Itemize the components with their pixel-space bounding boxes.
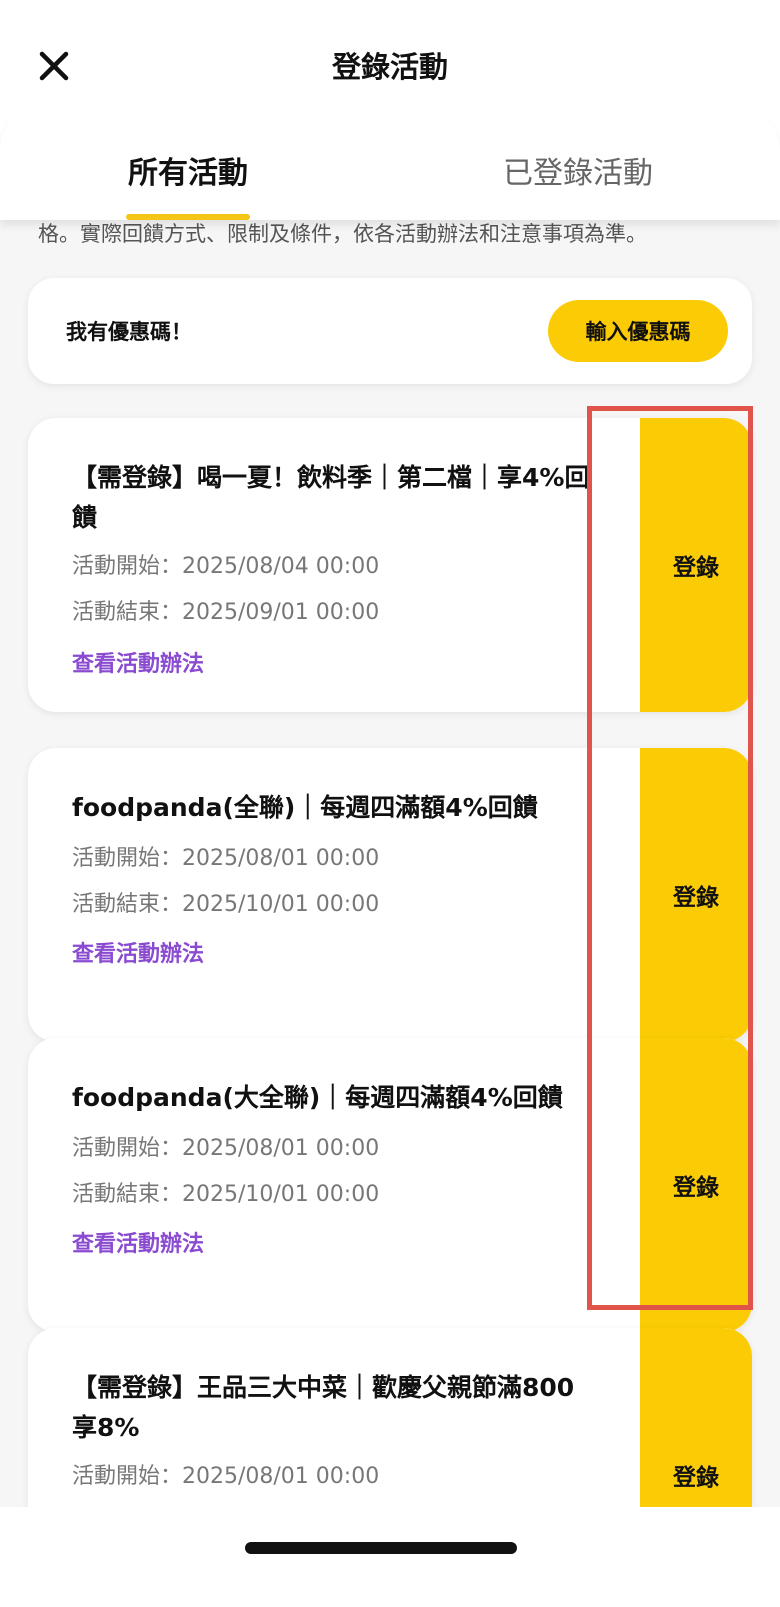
- campaign-title: 【需登錄】王品三大中菜｜歡慶父親節滿800享8%: [72, 1373, 575, 1442]
- campaign-end-date: 活動結束：2025/09/01 00:00: [72, 600, 380, 625]
- disclaimer-text: 格。實際回饋方式、限制及條件，依各活動辦法和注意事項為準。: [38, 222, 647, 246]
- campaign-end-date: 活動結束：2025/10/01 00:00: [72, 892, 380, 917]
- campaign-end-date: 活動結束：2025/10/01 00:00: [72, 1182, 380, 1207]
- tab-registered-campaigns[interactable]: 已登錄活動: [478, 148, 678, 196]
- view-rules-link[interactable]: 查看活動辦法: [72, 936, 204, 968]
- top-bar: 登錄活動: [0, 0, 780, 120]
- promo-code-label: 我有優惠碼！: [66, 320, 192, 344]
- view-rules-link[interactable]: 查看活動辦法: [72, 646, 204, 678]
- promo-code-card: 我有優惠碼！ 輸入優惠碼: [28, 278, 752, 384]
- view-rules-link[interactable]: 查看活動辦法: [72, 1226, 204, 1258]
- tab-all-campaigns[interactable]: 所有活動: [108, 148, 268, 196]
- enter-promo-code-button[interactable]: 輸入優惠碼: [548, 300, 728, 362]
- campaign-start-date: 活動開始：2025/08/01 00:00: [72, 1464, 380, 1489]
- campaign-title: foodpanda(全聯)｜每週四滿額4%回饋: [72, 793, 538, 822]
- campaign-card: 【需登錄】王品三大中菜｜歡慶父親節滿800享8% 活動開始：2025/08/01…: [28, 1328, 752, 1520]
- campaign-start-date: 活動開始：2025/08/04 00:00: [72, 554, 380, 579]
- bottom-safe-area: [0, 1507, 780, 1607]
- highlight-annotation-box: [587, 406, 753, 1310]
- tab-bar: 所有活動 已登錄活動: [0, 104, 780, 220]
- register-button[interactable]: 登錄: [640, 1328, 752, 1520]
- campaign-start-date: 活動開始：2025/08/01 00:00: [72, 1136, 380, 1161]
- home-indicator: [245, 1542, 517, 1554]
- campaign-title: foodpanda(大全聯)｜每週四滿額4%回饋: [72, 1083, 563, 1112]
- page-title: 登錄活動: [331, 50, 448, 84]
- campaign-title: 【需登錄】喝一夏！飲料季｜第二檔｜享4%回饋: [72, 463, 590, 532]
- active-tab-indicator: [126, 214, 250, 220]
- campaign-start-date: 活動開始：2025/08/01 00:00: [72, 846, 380, 871]
